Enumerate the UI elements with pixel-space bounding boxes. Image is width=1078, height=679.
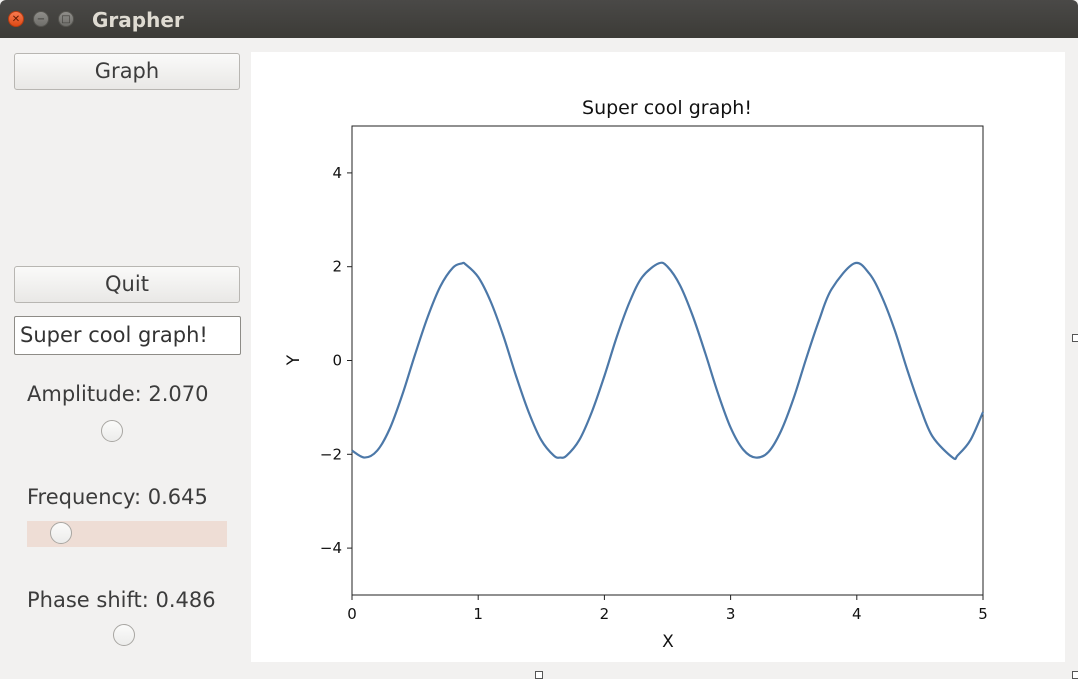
window-maximize-button[interactable]: □ (58, 11, 74, 27)
window-minimize-button[interactable]: − (33, 11, 49, 27)
resize-handle-right[interactable] (1072, 334, 1078, 342)
graph-button[interactable]: Graph (14, 53, 240, 90)
frequency-slider-handle[interactable] (50, 522, 72, 544)
series-layer (351, 261, 985, 461)
x-axis: 0 1 2 3 4 5 (347, 595, 988, 623)
plot-panel: Super cool graph! 0 1 2 3 4 5 −4 −2 0 2 4 X Y (251, 52, 1065, 662)
x-tick-label: 3 (726, 605, 736, 623)
chart: Super cool graph! 0 1 2 3 4 5 −4 −2 0 2 4 X Y (284, 97, 988, 652)
chart-title: Super cool graph! (582, 97, 752, 119)
y-tick-label: 2 (332, 258, 342, 276)
y-tick-label: −2 (320, 445, 342, 463)
amplitude-label: Amplitude: 2.070 (27, 382, 209, 406)
x-tick-label: 1 (473, 605, 483, 623)
series-line (351, 261, 985, 461)
window-titlebar: ✕ − □ Grapher (0, 0, 1078, 38)
y-axis-label: Y (284, 354, 304, 366)
x-tick-label: 5 (978, 605, 988, 623)
phase-shift-slider-handle[interactable] (113, 624, 135, 646)
x-tick-label: 0 (347, 605, 357, 623)
phase-shift-label: Phase shift: 0.486 (27, 588, 216, 612)
x-tick-label: 2 (600, 605, 610, 623)
plot-area-frame (351, 125, 984, 596)
x-axis-label: X (662, 632, 674, 652)
window-close-button[interactable]: ✕ (8, 11, 24, 27)
quit-button[interactable]: Quit (14, 266, 240, 303)
y-tick-label: 4 (332, 164, 342, 182)
y-tick-label: −4 (320, 539, 342, 557)
y-tick-label: 0 (332, 352, 342, 370)
amplitude-slider-handle[interactable] (101, 420, 123, 442)
frequency-label: Frequency: 0.645 (27, 485, 208, 509)
window-title: Grapher (92, 8, 184, 32)
graph-title-input[interactable]: Super cool graph! (14, 316, 241, 355)
y-axis: −4 −2 0 2 4 (320, 164, 352, 557)
x-tick-label: 4 (852, 605, 862, 623)
